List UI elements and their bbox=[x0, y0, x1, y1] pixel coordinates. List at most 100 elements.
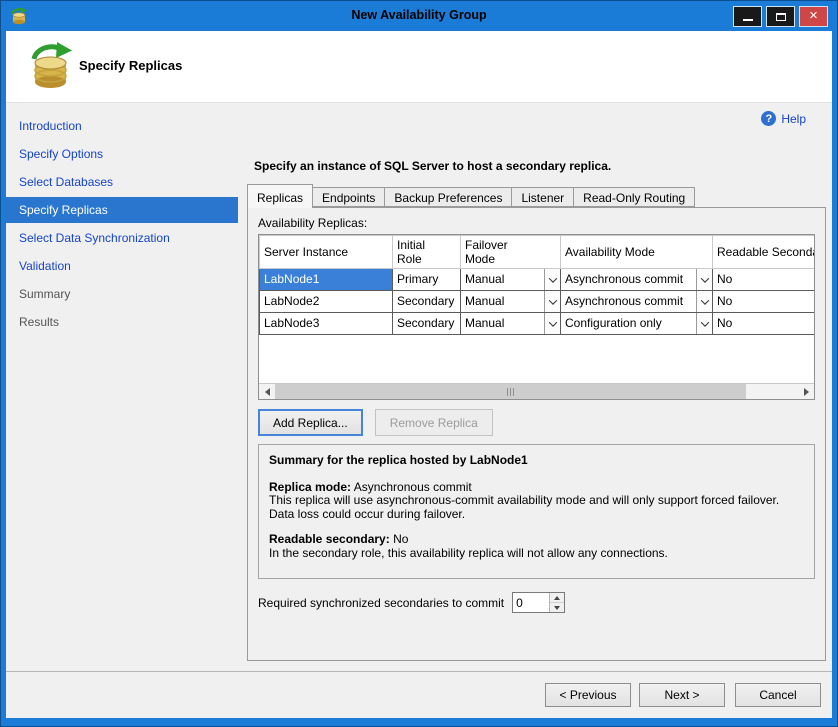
next-button[interactable]: Next > bbox=[639, 683, 725, 707]
failover-mode-dropdown-button[interactable] bbox=[544, 291, 560, 312]
new-availability-group-window: New Availability Group × bbox=[0, 0, 838, 727]
scrollbar-grip bbox=[507, 388, 508, 396]
availability-group-icon bbox=[27, 42, 75, 94]
table-row: LabNode2 Secondary Manual bbox=[260, 291, 815, 313]
sidebar-item-results: Results bbox=[6, 309, 238, 335]
availability-mode-value: Asynchronous commit bbox=[561, 291, 696, 312]
scroll-right-button[interactable] bbox=[798, 384, 814, 399]
availability-mode-dropdown-button[interactable] bbox=[696, 291, 712, 312]
initial-role-cell[interactable]: Primary bbox=[393, 269, 461, 291]
chevron-down-icon bbox=[548, 296, 556, 304]
scrollbar-thumb[interactable] bbox=[275, 384, 746, 399]
minimize-button[interactable] bbox=[733, 6, 762, 27]
readable-secondary-label: Readable secondary: bbox=[269, 532, 390, 546]
tab-read-only-routing[interactable]: Read-Only Routing bbox=[573, 187, 695, 207]
horizontal-scrollbar[interactable] bbox=[259, 383, 814, 399]
titlebar[interactable]: New Availability Group × bbox=[1, 1, 837, 31]
previous-button[interactable]: < Previous bbox=[545, 683, 631, 707]
sidebar-item-select-data-synchronization[interactable]: Select Data Synchronization bbox=[6, 225, 238, 251]
tab-endpoints[interactable]: Endpoints bbox=[312, 187, 385, 207]
availability-mode-dropdown-button[interactable] bbox=[696, 269, 712, 290]
instruction-text: Specify an instance of SQL Server to hos… bbox=[254, 159, 611, 173]
replica-mode-value: Asynchronous commit bbox=[354, 480, 472, 494]
remove-replica-button: Remove Replica bbox=[375, 409, 493, 436]
failover-mode-cell[interactable]: Manual bbox=[461, 269, 561, 291]
table-row: LabNode1 Primary Manual bbox=[260, 269, 815, 291]
tab-listener[interactable]: Listener bbox=[511, 187, 574, 207]
sidebar-item-validation[interactable]: Validation bbox=[6, 253, 238, 279]
minimize-icon bbox=[743, 19, 753, 21]
chevron-down-icon bbox=[548, 274, 556, 282]
caption-buttons: × bbox=[733, 6, 828, 27]
maximize-button[interactable] bbox=[766, 6, 795, 27]
table-header-row: Server Instance Initial Role Failover Mo… bbox=[260, 236, 815, 269]
page-title: Specify Replicas bbox=[79, 58, 182, 73]
server-instance-cell[interactable]: LabNode3 bbox=[260, 313, 393, 335]
readable-secondary-value: No bbox=[393, 532, 408, 546]
failover-mode-dropdown-button[interactable] bbox=[544, 269, 560, 290]
availability-mode-cell[interactable]: Configuration only bbox=[561, 313, 713, 335]
close-icon: × bbox=[809, 8, 818, 23]
failover-mode-value: Manual bbox=[461, 313, 544, 334]
server-instance-cell[interactable]: LabNode1 bbox=[260, 269, 393, 291]
scroll-right-icon bbox=[804, 388, 809, 396]
readable-secondary-description: In the secondary role, this availability… bbox=[269, 547, 804, 561]
scroll-left-button[interactable] bbox=[259, 384, 275, 399]
wizard-steps-sidebar: Introduction Specify Options Select Data… bbox=[6, 103, 238, 671]
column-header-failover-mode: Failover Mode bbox=[461, 236, 561, 269]
initial-role-cell[interactable]: Secondary bbox=[393, 313, 461, 335]
spinner-buttons bbox=[549, 593, 564, 612]
replica-actions: Add Replica... Remove Replica bbox=[258, 409, 815, 436]
synchronized-secondaries-spinner bbox=[512, 592, 565, 613]
dialog-body: Specify Replicas Introduction Specify Op… bbox=[6, 31, 832, 718]
readable-secondary-cell[interactable]: No bbox=[713, 269, 815, 291]
availability-replicas-grid: Server Instance Initial Role Failover Mo… bbox=[258, 234, 815, 400]
synchronized-secondaries-input[interactable] bbox=[513, 593, 549, 612]
maximize-icon bbox=[776, 13, 786, 21]
failover-mode-cell[interactable]: Manual bbox=[461, 291, 561, 313]
replicas-tab-panel: Availability Replicas: Server In bbox=[247, 207, 826, 661]
tab-backup-preferences[interactable]: Backup Preferences bbox=[384, 187, 512, 207]
summary-title: Summary for the replica hosted by LabNod… bbox=[269, 454, 804, 468]
failover-mode-cell[interactable]: Manual bbox=[461, 313, 561, 335]
tab-strip: Replicas Endpoints Backup Preferences Li… bbox=[247, 183, 694, 207]
server-instance-cell[interactable]: LabNode2 bbox=[260, 291, 393, 313]
synchronized-secondaries-label: Required synchronized secondaries to com… bbox=[258, 596, 504, 610]
help-icon: ? bbox=[761, 111, 776, 126]
availability-mode-cell[interactable]: Asynchronous commit bbox=[561, 269, 713, 291]
chevron-down-icon bbox=[700, 296, 708, 304]
close-button[interactable]: × bbox=[799, 6, 828, 27]
add-replica-button[interactable]: Add Replica... bbox=[258, 409, 363, 436]
spinner-down-button[interactable] bbox=[550, 602, 564, 612]
sidebar-item-specify-replicas[interactable]: Specify Replicas bbox=[6, 197, 238, 223]
tab-replicas[interactable]: Replicas bbox=[247, 184, 313, 208]
chevron-down-icon bbox=[700, 274, 708, 282]
availability-mode-dropdown-button[interactable] bbox=[696, 313, 712, 334]
sidebar-item-specify-options[interactable]: Specify Options bbox=[6, 141, 238, 167]
column-header-availability-mode: Availability Mode bbox=[561, 236, 713, 269]
wizard-footer: < Previous Next > Cancel bbox=[6, 671, 832, 718]
scrollbar-grip bbox=[510, 388, 511, 396]
replica-mode-section: Replica mode: Asynchronous commit This r… bbox=[269, 481, 804, 522]
availability-replicas-label: Availability Replicas: bbox=[258, 216, 815, 230]
failover-mode-dropdown-button[interactable] bbox=[544, 313, 560, 334]
replica-summary-box: Summary for the replica hosted by LabNod… bbox=[258, 444, 815, 579]
scrollbar-grip bbox=[513, 388, 514, 396]
readable-secondary-cell[interactable]: No bbox=[713, 291, 815, 313]
cancel-button[interactable]: Cancel bbox=[735, 683, 821, 707]
up-arrow-icon bbox=[554, 596, 560, 600]
replica-mode-description: This replica will use asynchronous-commi… bbox=[269, 494, 804, 521]
spinner-up-button[interactable] bbox=[550, 593, 564, 602]
readable-secondary-section: Readable secondary: No In the secondary … bbox=[269, 533, 804, 560]
readable-secondary-cell[interactable]: No bbox=[713, 313, 815, 335]
chevron-down-icon bbox=[548, 318, 556, 326]
scrollbar-track[interactable] bbox=[275, 384, 798, 399]
synchronized-secondaries-row: Required synchronized secondaries to com… bbox=[258, 592, 815, 613]
help-label: Help bbox=[781, 112, 806, 126]
window-title: New Availability Group bbox=[1, 8, 837, 22]
help-link[interactable]: ? Help bbox=[761, 111, 806, 126]
sidebar-item-select-databases[interactable]: Select Databases bbox=[6, 169, 238, 195]
initial-role-cell[interactable]: Secondary bbox=[393, 291, 461, 313]
sidebar-item-introduction[interactable]: Introduction bbox=[6, 113, 238, 139]
availability-mode-cell[interactable]: Asynchronous commit bbox=[561, 291, 713, 313]
